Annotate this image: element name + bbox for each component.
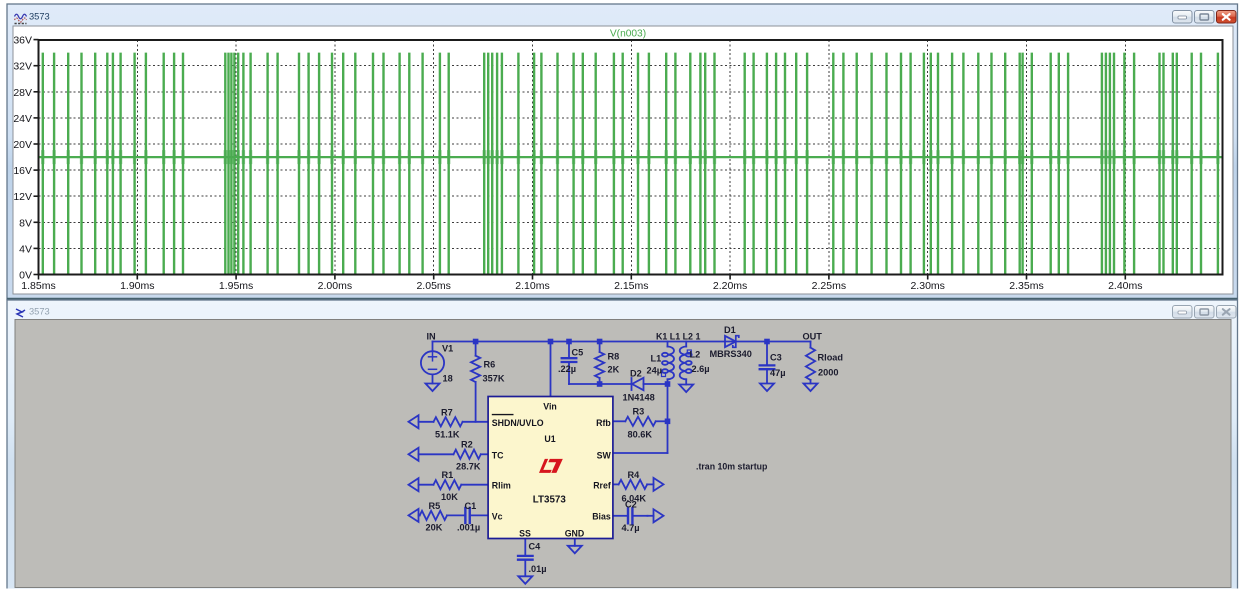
svg-text:2.05ms: 2.05ms — [416, 280, 450, 292]
svg-text:24V: 24V — [13, 113, 32, 125]
svg-text:12V: 12V — [13, 191, 32, 203]
svg-text:4.7µ: 4.7µ — [622, 523, 640, 533]
svg-text:.01µ: .01µ — [529, 564, 547, 574]
svg-text:Bias: Bias — [592, 511, 611, 521]
svg-text:8V: 8V — [19, 217, 32, 229]
svg-text:36V: 36V — [13, 35, 32, 47]
svg-text:2.15ms: 2.15ms — [614, 280, 648, 292]
svg-text:2.30ms: 2.30ms — [910, 280, 944, 292]
svg-text:2.00ms: 2.00ms — [318, 280, 352, 292]
svg-text:V(n003): V(n003) — [610, 29, 646, 40]
svg-text:C5: C5 — [572, 348, 584, 358]
svg-text:D1: D1 — [724, 325, 736, 335]
svg-text:SW: SW — [597, 450, 612, 460]
svg-text:28.7K: 28.7K — [456, 462, 481, 472]
svg-text:U1: U1 — [544, 434, 555, 444]
svg-text:2.20ms: 2.20ms — [713, 280, 747, 292]
svg-text:10K: 10K — [441, 492, 458, 502]
svg-text:Rlim: Rlim — [492, 481, 511, 491]
svg-text:Vc: Vc — [492, 511, 503, 521]
svg-text:V1: V1 — [442, 344, 453, 354]
svg-text:3573: 3573 — [29, 12, 50, 22]
svg-text:2K: 2K — [608, 365, 620, 375]
svg-text:2.35ms: 2.35ms — [1009, 280, 1043, 292]
svg-text:24µ: 24µ — [647, 366, 663, 376]
svg-text:18: 18 — [443, 374, 453, 384]
svg-text:20V: 20V — [13, 139, 32, 151]
svg-text:Vin: Vin — [543, 401, 557, 411]
svg-text:C1: C1 — [465, 501, 477, 511]
svg-text:2.25ms: 2.25ms — [812, 280, 846, 292]
svg-text:1.85ms: 1.85ms — [21, 280, 55, 292]
svg-text:R1: R1 — [442, 470, 454, 480]
svg-text:1.95ms: 1.95ms — [219, 280, 253, 292]
svg-text:R8: R8 — [608, 352, 620, 362]
svg-text:2.10ms: 2.10ms — [515, 280, 549, 292]
svg-text:.22µ: .22µ — [558, 364, 576, 374]
svg-text:.001µ: .001µ — [457, 523, 480, 533]
svg-text:L1: L1 — [651, 354, 662, 364]
svg-text:Rload: Rload — [818, 353, 844, 363]
svg-text:C3: C3 — [770, 353, 782, 363]
svg-text:R7: R7 — [441, 408, 453, 418]
svg-text:R5: R5 — [429, 501, 441, 511]
svg-text:D2: D2 — [630, 369, 642, 379]
svg-text:.tran 10m startup: .tran 10m startup — [696, 462, 768, 472]
svg-text:80.6K: 80.6K — [628, 430, 653, 440]
svg-text:16V: 16V — [13, 165, 32, 177]
svg-text:47µ: 47µ — [770, 368, 786, 378]
svg-text:R4: R4 — [628, 470, 641, 480]
svg-text:LT3573: LT3573 — [533, 495, 567, 506]
svg-text:357K: 357K — [483, 374, 505, 384]
svg-text:R2: R2 — [461, 440, 473, 450]
svg-text:1N4148: 1N4148 — [623, 393, 655, 403]
svg-text:MBRS340: MBRS340 — [710, 349, 752, 359]
svg-text:28V: 28V — [13, 87, 32, 99]
svg-text:TC: TC — [492, 450, 504, 460]
svg-text:SHDN/UVLO: SHDN/UVLO — [492, 418, 544, 428]
svg-text:IN: IN — [427, 332, 437, 342]
svg-text:32V: 32V — [13, 61, 32, 73]
svg-text:Rref: Rref — [593, 481, 611, 491]
svg-text:OUT: OUT — [803, 332, 823, 342]
svg-text:2.6µ: 2.6µ — [692, 364, 710, 374]
svg-text:1.90ms: 1.90ms — [120, 280, 154, 292]
svg-text:SS: SS — [519, 528, 531, 538]
svg-text:2.40ms: 2.40ms — [1108, 280, 1142, 292]
svg-text:L2: L2 — [690, 350, 701, 360]
svg-text:C2: C2 — [625, 500, 637, 510]
svg-text:3573: 3573 — [29, 307, 50, 317]
svg-text:4V: 4V — [19, 243, 32, 255]
svg-text:Rfb: Rfb — [596, 418, 611, 428]
svg-text:20K: 20K — [426, 523, 443, 533]
svg-text:GND: GND — [565, 528, 585, 538]
svg-text:K1 L1 L2 1: K1 L1 L2 1 — [656, 332, 700, 342]
svg-text:R3: R3 — [633, 407, 645, 417]
svg-text:51.1K: 51.1K — [435, 430, 460, 440]
svg-text:R6: R6 — [484, 360, 496, 370]
svg-text:2000: 2000 — [818, 368, 838, 378]
svg-text:C4: C4 — [529, 542, 542, 552]
